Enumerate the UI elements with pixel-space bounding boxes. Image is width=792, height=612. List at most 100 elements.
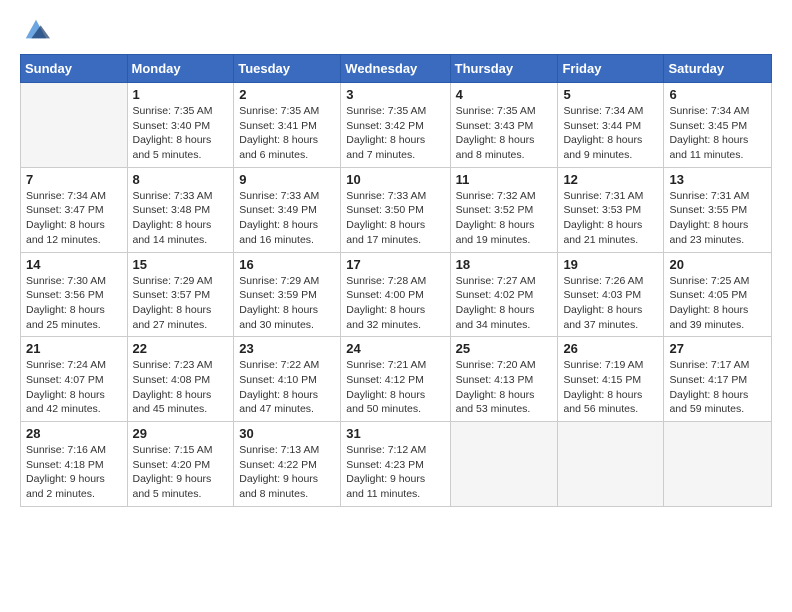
day-number: 8	[133, 172, 229, 187]
day-number: 25	[456, 341, 553, 356]
day-info: Sunrise: 7:35 AMSunset: 3:41 PMDaylight:…	[239, 104, 335, 163]
day-number: 11	[456, 172, 553, 187]
day-info: Sunrise: 7:19 AMSunset: 4:15 PMDaylight:…	[563, 358, 658, 417]
week-row-1: 1 Sunrise: 7:35 AMSunset: 3:40 PMDayligh…	[21, 83, 772, 168]
day-cell: 2 Sunrise: 7:35 AMSunset: 3:41 PMDayligh…	[234, 83, 341, 168]
page: SundayMondayTuesdayWednesdayThursdayFrid…	[0, 0, 792, 517]
day-info: Sunrise: 7:33 AMSunset: 3:50 PMDaylight:…	[346, 189, 444, 248]
day-info: Sunrise: 7:25 AMSunset: 4:05 PMDaylight:…	[669, 274, 766, 333]
day-cell: 6 Sunrise: 7:34 AMSunset: 3:45 PMDayligh…	[664, 83, 772, 168]
day-info: Sunrise: 7:35 AMSunset: 3:40 PMDaylight:…	[133, 104, 229, 163]
day-info: Sunrise: 7:34 AMSunset: 3:44 PMDaylight:…	[563, 104, 658, 163]
day-info: Sunrise: 7:27 AMSunset: 4:02 PMDaylight:…	[456, 274, 553, 333]
day-cell: 29 Sunrise: 7:15 AMSunset: 4:20 PMDaylig…	[127, 422, 234, 507]
day-info: Sunrise: 7:21 AMSunset: 4:12 PMDaylight:…	[346, 358, 444, 417]
day-cell: 28 Sunrise: 7:16 AMSunset: 4:18 PMDaylig…	[21, 422, 128, 507]
day-cell: 31 Sunrise: 7:12 AMSunset: 4:23 PMDaylig…	[341, 422, 450, 507]
day-info: Sunrise: 7:29 AMSunset: 3:57 PMDaylight:…	[133, 274, 229, 333]
header-day-monday: Monday	[127, 55, 234, 83]
day-info: Sunrise: 7:15 AMSunset: 4:20 PMDaylight:…	[133, 443, 229, 502]
day-info: Sunrise: 7:23 AMSunset: 4:08 PMDaylight:…	[133, 358, 229, 417]
day-number: 7	[26, 172, 122, 187]
day-info: Sunrise: 7:33 AMSunset: 3:49 PMDaylight:…	[239, 189, 335, 248]
day-number: 14	[26, 257, 122, 272]
header-day-sunday: Sunday	[21, 55, 128, 83]
day-number: 12	[563, 172, 658, 187]
logo	[20, 16, 50, 44]
day-number: 4	[456, 87, 553, 102]
day-info: Sunrise: 7:31 AMSunset: 3:53 PMDaylight:…	[563, 189, 658, 248]
day-info: Sunrise: 7:12 AMSunset: 4:23 PMDaylight:…	[346, 443, 444, 502]
day-cell: 4 Sunrise: 7:35 AMSunset: 3:43 PMDayligh…	[450, 83, 558, 168]
day-cell: 14 Sunrise: 7:30 AMSunset: 3:56 PMDaylig…	[21, 252, 128, 337]
day-cell: 18 Sunrise: 7:27 AMSunset: 4:02 PMDaylig…	[450, 252, 558, 337]
day-number: 9	[239, 172, 335, 187]
header-day-thursday: Thursday	[450, 55, 558, 83]
week-row-3: 14 Sunrise: 7:30 AMSunset: 3:56 PMDaylig…	[21, 252, 772, 337]
day-cell: 26 Sunrise: 7:19 AMSunset: 4:15 PMDaylig…	[558, 337, 664, 422]
day-cell: 8 Sunrise: 7:33 AMSunset: 3:48 PMDayligh…	[127, 167, 234, 252]
day-number: 26	[563, 341, 658, 356]
week-row-2: 7 Sunrise: 7:34 AMSunset: 3:47 PMDayligh…	[21, 167, 772, 252]
day-number: 17	[346, 257, 444, 272]
day-info: Sunrise: 7:34 AMSunset: 3:47 PMDaylight:…	[26, 189, 122, 248]
day-number: 15	[133, 257, 229, 272]
day-cell: 10 Sunrise: 7:33 AMSunset: 3:50 PMDaylig…	[341, 167, 450, 252]
day-info: Sunrise: 7:16 AMSunset: 4:18 PMDaylight:…	[26, 443, 122, 502]
day-cell	[664, 422, 772, 507]
day-info: Sunrise: 7:13 AMSunset: 4:22 PMDaylight:…	[239, 443, 335, 502]
day-cell: 16 Sunrise: 7:29 AMSunset: 3:59 PMDaylig…	[234, 252, 341, 337]
logo-icon	[22, 16, 50, 44]
day-number: 29	[133, 426, 229, 441]
day-cell: 22 Sunrise: 7:23 AMSunset: 4:08 PMDaylig…	[127, 337, 234, 422]
day-cell: 30 Sunrise: 7:13 AMSunset: 4:22 PMDaylig…	[234, 422, 341, 507]
header	[20, 16, 772, 44]
week-row-5: 28 Sunrise: 7:16 AMSunset: 4:18 PMDaylig…	[21, 422, 772, 507]
day-cell: 15 Sunrise: 7:29 AMSunset: 3:57 PMDaylig…	[127, 252, 234, 337]
day-number: 3	[346, 87, 444, 102]
day-number: 6	[669, 87, 766, 102]
day-cell: 1 Sunrise: 7:35 AMSunset: 3:40 PMDayligh…	[127, 83, 234, 168]
calendar-header-row: SundayMondayTuesdayWednesdayThursdayFrid…	[21, 55, 772, 83]
day-info: Sunrise: 7:33 AMSunset: 3:48 PMDaylight:…	[133, 189, 229, 248]
day-number: 23	[239, 341, 335, 356]
day-info: Sunrise: 7:22 AMSunset: 4:10 PMDaylight:…	[239, 358, 335, 417]
day-cell: 3 Sunrise: 7:35 AMSunset: 3:42 PMDayligh…	[341, 83, 450, 168]
day-cell: 20 Sunrise: 7:25 AMSunset: 4:05 PMDaylig…	[664, 252, 772, 337]
day-number: 2	[239, 87, 335, 102]
day-info: Sunrise: 7:35 AMSunset: 3:42 PMDaylight:…	[346, 104, 444, 163]
header-day-tuesday: Tuesday	[234, 55, 341, 83]
day-number: 28	[26, 426, 122, 441]
day-info: Sunrise: 7:17 AMSunset: 4:17 PMDaylight:…	[669, 358, 766, 417]
day-number: 31	[346, 426, 444, 441]
day-number: 21	[26, 341, 122, 356]
day-number: 10	[346, 172, 444, 187]
day-cell: 13 Sunrise: 7:31 AMSunset: 3:55 PMDaylig…	[664, 167, 772, 252]
calendar-table: SundayMondayTuesdayWednesdayThursdayFrid…	[20, 54, 772, 507]
day-cell: 27 Sunrise: 7:17 AMSunset: 4:17 PMDaylig…	[664, 337, 772, 422]
day-number: 1	[133, 87, 229, 102]
header-day-saturday: Saturday	[664, 55, 772, 83]
day-cell	[450, 422, 558, 507]
day-cell: 5 Sunrise: 7:34 AMSunset: 3:44 PMDayligh…	[558, 83, 664, 168]
header-day-friday: Friday	[558, 55, 664, 83]
week-row-4: 21 Sunrise: 7:24 AMSunset: 4:07 PMDaylig…	[21, 337, 772, 422]
day-info: Sunrise: 7:34 AMSunset: 3:45 PMDaylight:…	[669, 104, 766, 163]
day-cell: 25 Sunrise: 7:20 AMSunset: 4:13 PMDaylig…	[450, 337, 558, 422]
day-cell: 11 Sunrise: 7:32 AMSunset: 3:52 PMDaylig…	[450, 167, 558, 252]
day-cell: 17 Sunrise: 7:28 AMSunset: 4:00 PMDaylig…	[341, 252, 450, 337]
day-number: 13	[669, 172, 766, 187]
day-number: 24	[346, 341, 444, 356]
day-info: Sunrise: 7:30 AMSunset: 3:56 PMDaylight:…	[26, 274, 122, 333]
day-cell: 12 Sunrise: 7:31 AMSunset: 3:53 PMDaylig…	[558, 167, 664, 252]
day-info: Sunrise: 7:28 AMSunset: 4:00 PMDaylight:…	[346, 274, 444, 333]
day-info: Sunrise: 7:24 AMSunset: 4:07 PMDaylight:…	[26, 358, 122, 417]
day-info: Sunrise: 7:26 AMSunset: 4:03 PMDaylight:…	[563, 274, 658, 333]
header-day-wednesday: Wednesday	[341, 55, 450, 83]
day-number: 22	[133, 341, 229, 356]
day-cell: 19 Sunrise: 7:26 AMSunset: 4:03 PMDaylig…	[558, 252, 664, 337]
day-number: 19	[563, 257, 658, 272]
day-number: 30	[239, 426, 335, 441]
day-info: Sunrise: 7:35 AMSunset: 3:43 PMDaylight:…	[456, 104, 553, 163]
day-number: 18	[456, 257, 553, 272]
